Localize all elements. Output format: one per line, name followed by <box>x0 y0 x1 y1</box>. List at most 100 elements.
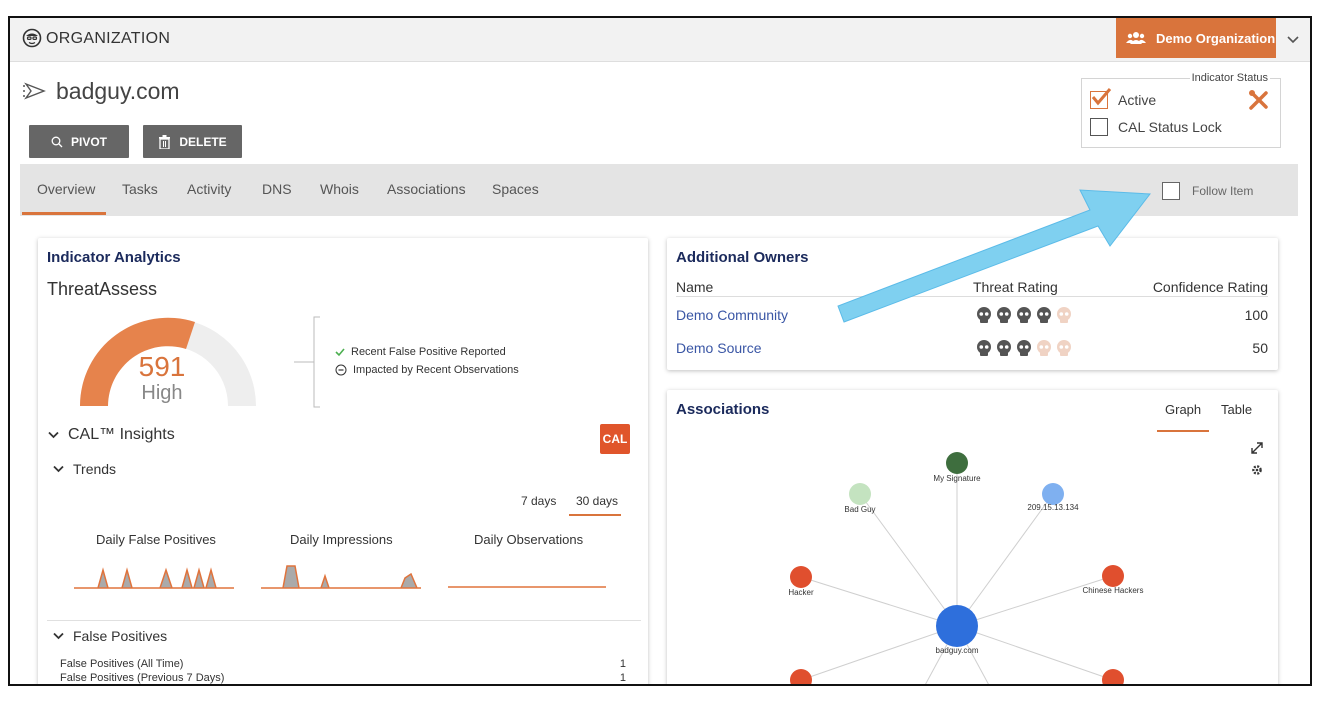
false-positive-row-value: 1 <box>619 672 626 684</box>
top-bar: ORGANIZATION Demo Organization <box>10 18 1310 62</box>
tab-whois[interactable]: Whois <box>320 181 359 197</box>
cal-status-lock-row[interactable]: CAL Status Lock <box>1090 118 1222 136</box>
sparkline-observations <box>448 586 606 588</box>
threat-rating-skulls <box>975 306 1073 324</box>
column-header-name: Name <box>676 279 714 295</box>
range-30-days[interactable]: 30 days <box>576 494 618 508</box>
organization-avatar-icon <box>22 28 42 48</box>
cal-status-lock-label: CAL Status Lock <box>1118 119 1222 135</box>
graph-label: My Signature <box>933 474 981 483</box>
delete-label: DELETE <box>179 134 227 149</box>
owner-link-demo-community[interactable]: Demo Community <box>676 307 788 323</box>
skull-icon-empty <box>1037 340 1051 356</box>
chevron-down-icon <box>53 465 64 473</box>
trends-label: Trends <box>73 461 117 477</box>
false-positive-row: False Positives (All Time) 1 <box>60 658 626 670</box>
indicator-status-panel: Indicator Status Active CAL Status Lock <box>1081 72 1281 148</box>
tab-spaces[interactable]: Spaces <box>492 181 539 197</box>
header-divider <box>676 296 1268 297</box>
trends-header[interactable]: Trends <box>53 461 116 477</box>
sparkline-title-false-positives: Daily False Positives <box>96 532 216 547</box>
threat-rating-skulls <box>975 339 1073 357</box>
gear-icon[interactable] <box>1251 464 1263 476</box>
graph-node-hacker <box>790 566 812 588</box>
graph-node-chinese-hackers <box>1102 565 1124 587</box>
indicator-analytics-title: Indicator Analytics <box>47 249 181 266</box>
column-header-threat-rating: Threat Rating <box>973 279 1058 295</box>
sparkline-impressions <box>261 565 421 589</box>
view-tab-graph[interactable]: Graph <box>1165 402 1201 417</box>
pivot-button[interactable]: PIVOT <box>29 125 129 158</box>
reason-label: Recent False Positive Reported <box>351 346 506 358</box>
minus-circle-icon <box>335 364 347 376</box>
skull-icon-filled <box>997 307 1011 323</box>
graph-label: badguy.com <box>936 646 979 655</box>
cal-insights-header[interactable]: CAL™ Insights <box>48 426 175 444</box>
association-graph: My Signature Bad Guy 209.15.13.134 Hacke… <box>788 452 1143 684</box>
tab-bar: Overview Tasks Activity DNS Whois Associ… <box>20 164 1298 216</box>
active-label: Active <box>1118 92 1157 108</box>
graph-node-bottom-left <box>790 669 812 684</box>
tab-associations[interactable]: Associations <box>387 181 466 197</box>
false-positive-row: False Positives (Previous 7 Days) 1 <box>60 672 626 684</box>
page-title: badguy.com <box>56 78 180 104</box>
column-header-confidence-rating: Confidence Rating <box>1152 279 1268 295</box>
indicator-status-legend: Indicator Status <box>1189 72 1270 84</box>
check-icon <box>335 348 345 357</box>
false-positive-row-label: False Positives (Previous 7 Days) <box>60 672 225 684</box>
reason-row: Impacted by Recent Observations <box>335 364 519 376</box>
graph-node-ip <box>1042 483 1064 505</box>
section-divider <box>47 620 641 621</box>
graph-node-badguy-com <box>936 605 978 647</box>
tab-dns[interactable]: DNS <box>262 181 292 197</box>
range-selected-indicator <box>569 514 621 516</box>
threatassess-level: High <box>141 382 183 404</box>
owner-link-demo-source[interactable]: Demo Source <box>676 340 762 356</box>
sparkline-false-positives <box>74 567 234 589</box>
threatassess-title: ThreatAssess <box>47 279 158 299</box>
false-positive-row-value: 1 <box>619 658 626 670</box>
delete-button[interactable]: DELETE <box>143 125 242 158</box>
checkmark-icon <box>1091 88 1112 106</box>
chevron-down-icon <box>53 632 64 640</box>
section-label: ORGANIZATION <box>46 30 171 47</box>
tab-activity[interactable]: Activity <box>187 181 231 197</box>
reason-row: Recent False Positive Reported <box>335 346 506 358</box>
organization-dropdown-toggle[interactable] <box>1276 18 1310 62</box>
search-icon <box>51 136 63 147</box>
organization-switcher-button[interactable]: Demo Organization <box>1116 18 1276 58</box>
chevron-down-icon <box>48 431 59 439</box>
graph-node-my-signature <box>946 452 968 474</box>
confidence-rating-value: 100 <box>1244 307 1268 323</box>
graph-node-bottom-right <box>1102 669 1124 684</box>
expand-icon[interactable] <box>1251 442 1263 454</box>
trash-icon <box>159 134 171 149</box>
confidence-rating-value: 50 <box>1252 340 1268 356</box>
skull-icon-empty <box>1057 340 1071 356</box>
follow-item-toggle[interactable]: Follow Item <box>1162 182 1253 200</box>
active-tab-indicator <box>22 212 106 215</box>
associations-panel: My Signature Bad Guy 209.15.13.134 Hacke… <box>667 390 1278 684</box>
additional-owners-panel: Additional Owners Name Threat Rating Con… <box>667 238 1278 370</box>
false-positives-header[interactable]: False Positives <box>53 628 167 644</box>
gauge-connector <box>294 316 320 408</box>
view-tab-table[interactable]: Table <box>1221 402 1252 417</box>
false-positives-label: False Positives <box>73 628 168 644</box>
indicator-analytics-panel: Indicator Analytics ThreatAssess 591 Hig… <box>38 238 648 684</box>
follow-item-label: Follow Item <box>1192 184 1254 198</box>
pivot-label: PIVOT <box>70 134 107 149</box>
follow-item-checkbox[interactable] <box>1162 182 1180 200</box>
skull-icon-filled <box>1017 340 1031 356</box>
tools-icon[interactable] <box>1248 89 1270 111</box>
tab-tasks[interactable]: Tasks <box>122 181 158 197</box>
threatassess-score: 591 <box>138 351 186 382</box>
active-checkbox[interactable] <box>1090 88 1112 109</box>
cal-status-lock-checkbox[interactable] <box>1090 118 1108 136</box>
sparkline-title-observations: Daily Observations <box>474 532 584 547</box>
tab-overview[interactable]: Overview <box>37 181 95 197</box>
skull-icon-filled <box>1017 307 1031 323</box>
graph-node-bad-guy <box>849 483 871 505</box>
range-7-days[interactable]: 7 days <box>521 494 556 508</box>
active-checkbox-row[interactable]: Active <box>1090 88 1157 109</box>
users-icon <box>1126 32 1146 44</box>
